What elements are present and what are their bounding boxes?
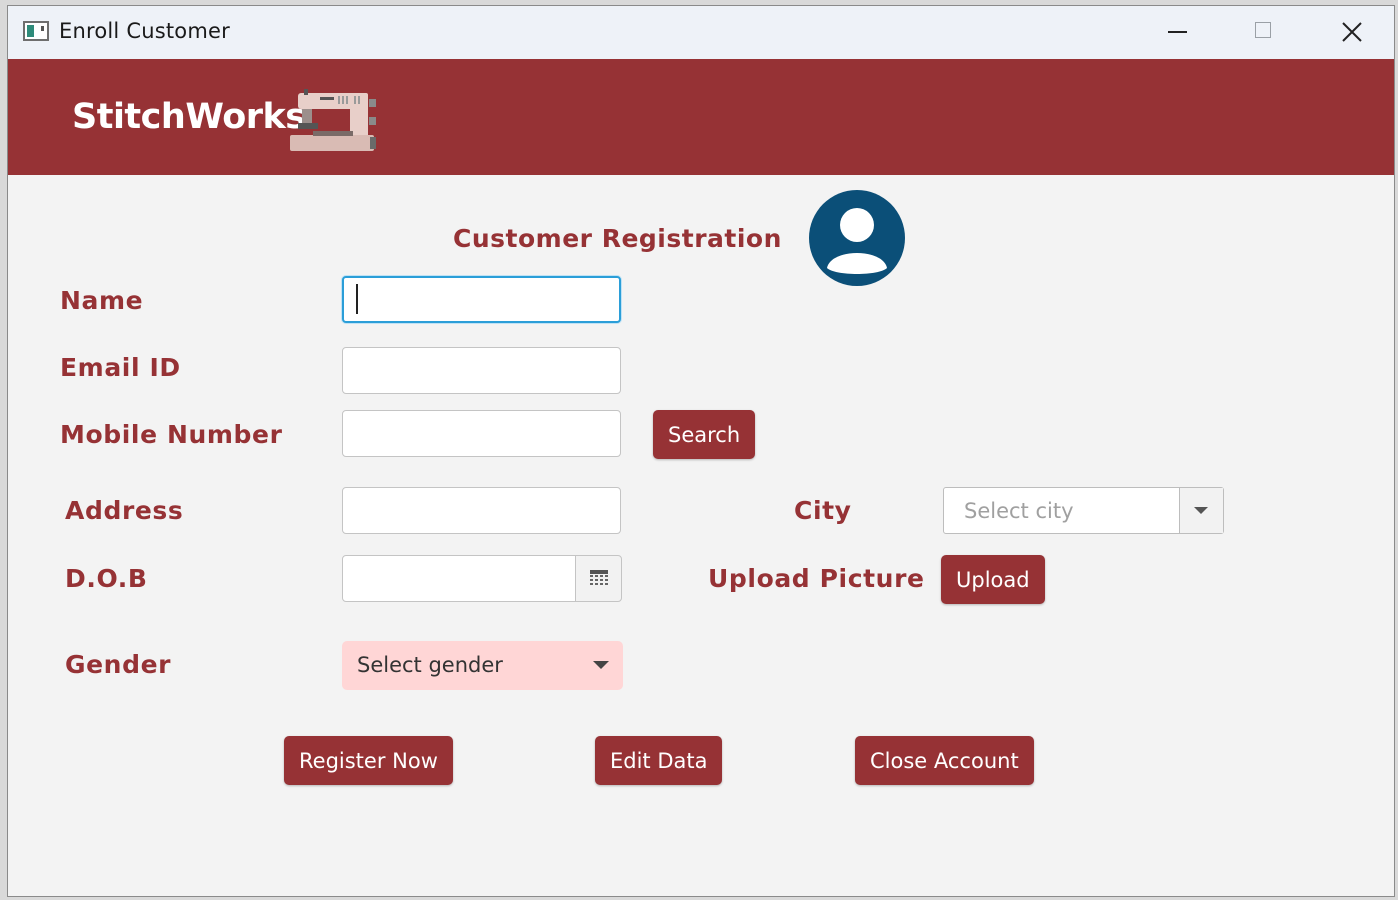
city-label: City	[794, 496, 852, 525]
mobile-label: Mobile Number	[60, 420, 283, 449]
mobile-input[interactable]	[342, 410, 621, 457]
form-title: Customer Registration	[453, 224, 782, 253]
city-select[interactable]: Select city	[943, 487, 1224, 534]
maximize-icon[interactable]	[1224, 6, 1304, 59]
email-input[interactable]	[342, 347, 621, 394]
app-header: StitchWorks	[8, 59, 1394, 175]
email-label: Email ID	[60, 353, 181, 382]
chevron-down-icon[interactable]	[593, 661, 609, 669]
gender-select[interactable]: Select gender	[342, 641, 623, 690]
upload-picture-label: Upload Picture	[708, 564, 925, 593]
search-button[interactable]: Search	[653, 410, 756, 459]
address-input[interactable]	[342, 487, 621, 534]
name-input[interactable]	[342, 276, 621, 323]
title-bar: Enroll Customer	[8, 6, 1394, 59]
sewing-machine-icon	[288, 87, 378, 158]
address-label: Address	[65, 496, 184, 525]
brand-name: StitchWorks	[72, 97, 306, 137]
city-select-value: Select city	[964, 499, 1074, 523]
gender-select-value: Select gender	[357, 653, 503, 677]
edit-data-button[interactable]: Edit Data	[595, 736, 723, 785]
name-label: Name	[60, 286, 144, 315]
chevron-down-icon[interactable]	[1179, 488, 1223, 533]
register-now-button[interactable]: Register Now	[284, 736, 453, 785]
user-avatar-icon	[809, 190, 905, 291]
text-caret	[356, 284, 358, 314]
app-icon	[23, 21, 49, 41]
dob-input[interactable]	[342, 555, 576, 602]
calendar-icon[interactable]	[575, 555, 622, 602]
gender-label: Gender	[65, 650, 172, 679]
close-account-button[interactable]: Close Account	[855, 736, 1034, 785]
dob-label: D.O.B	[65, 564, 148, 593]
minimize-icon[interactable]	[1138, 6, 1218, 59]
window-title: Enroll Customer	[59, 19, 230, 43]
close-icon[interactable]	[1310, 6, 1390, 59]
enroll-customer-window: Enroll Customer StitchWorks Customer Reg…	[7, 5, 1395, 897]
upload-button[interactable]: Upload	[941, 555, 1045, 604]
dob-picker	[342, 555, 622, 602]
